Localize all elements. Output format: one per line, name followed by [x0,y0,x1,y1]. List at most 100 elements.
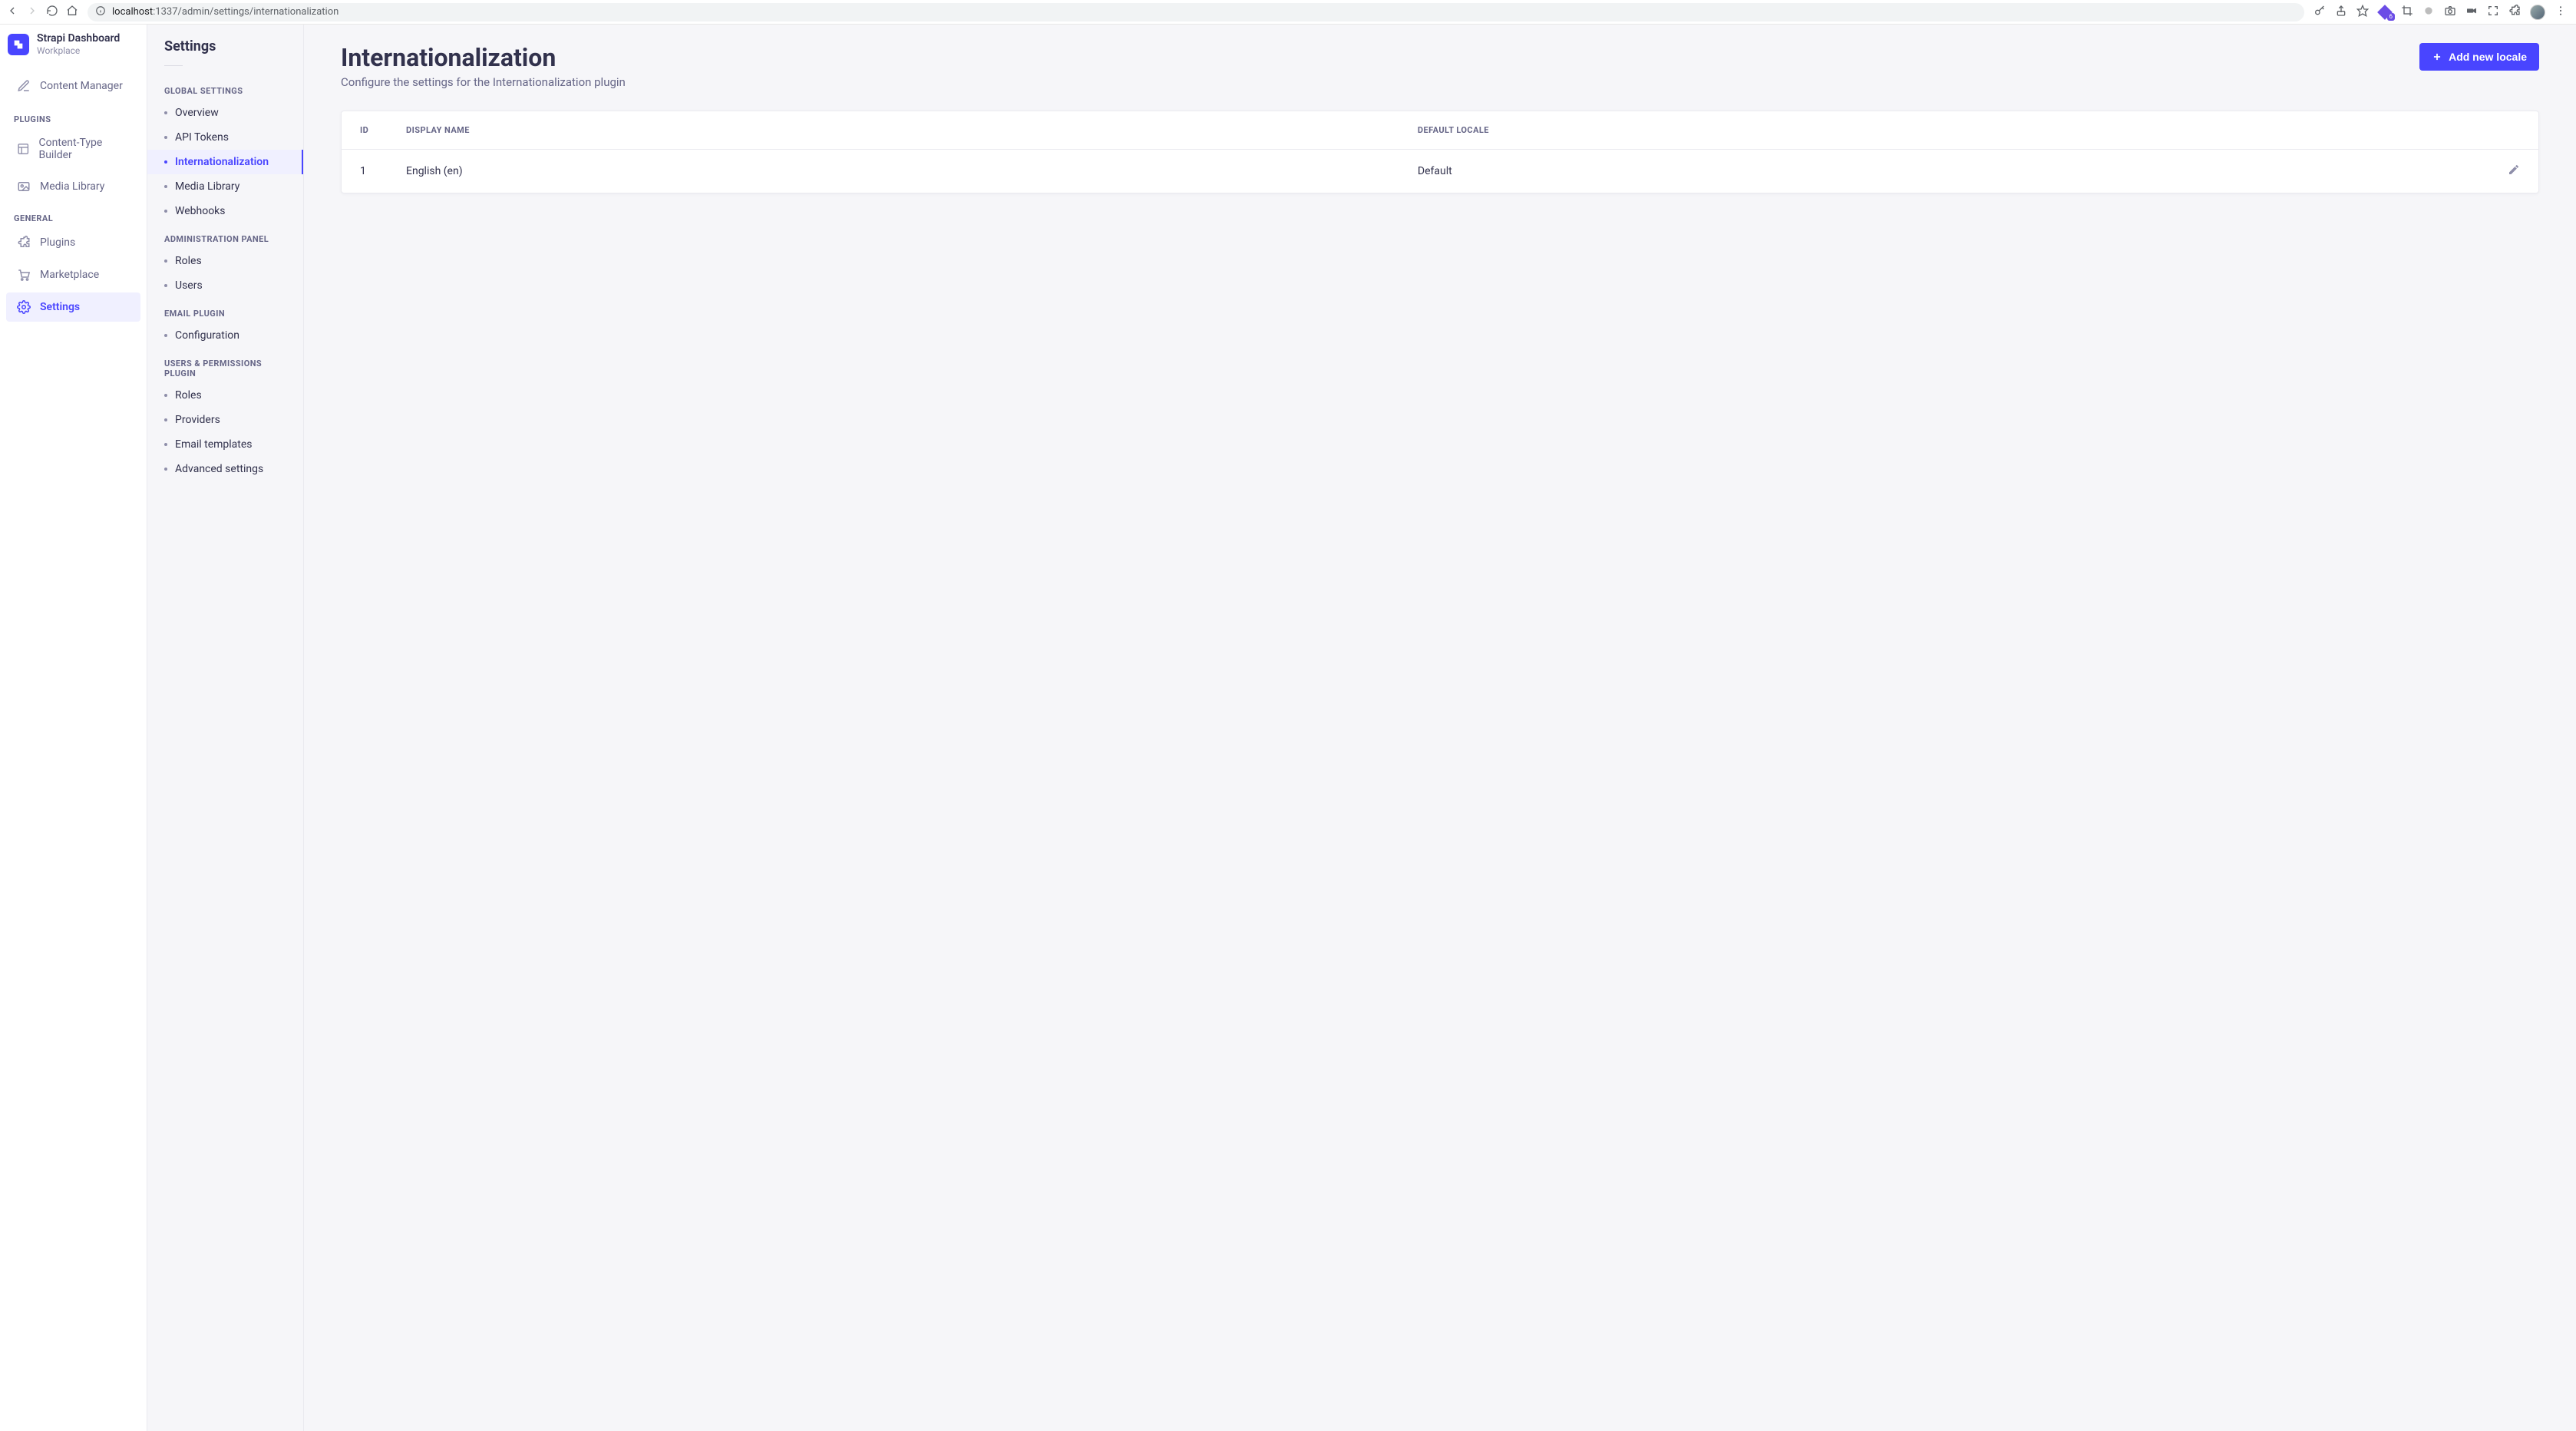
cell-id: 1 [342,150,388,193]
nav-item-label: Content Manager [40,80,123,92]
add-locale-label: Add new locale [2449,51,2527,63]
subnav-item-up-email-templates[interactable]: Email templates [147,432,303,457]
locales-table: ID DISPLAY NAME DEFAULT LOCALE 1 English… [342,111,2538,193]
forward-icon[interactable] [26,5,38,20]
table-row[interactable]: 1 English (en) Default [342,150,2538,193]
settings-subnav: Settings GLOBAL SETTINGS Overview API To… [147,25,304,1431]
bullet-icon [164,334,167,337]
page-title: Internationalization [341,43,626,72]
subnav-item-admin-users[interactable]: Users [147,273,303,298]
cell-display-name: English (en) [388,150,1399,193]
brand[interactable]: Strapi Dashboard Workplace [0,25,147,64]
bullet-icon [164,160,167,164]
nav-content-type-builder[interactable]: Content-Type Builder [6,129,140,169]
subnav-group-admin-panel: ADMINISTRATION PANEL [147,223,303,249]
gear-icon [17,300,31,314]
subnav-item-up-providers[interactable]: Providers [147,408,303,432]
bullet-icon [164,394,167,397]
subnav-item-label: Media Library [175,180,239,193]
nav-item-label: Plugins [40,236,75,249]
image-icon [17,180,31,193]
subnav-item-email-configuration[interactable]: Configuration [147,323,303,348]
table-header-default-locale: DEFAULT LOCALE [1399,111,2489,150]
page-subtitle: Configure the settings for the Internati… [341,75,626,89]
bullet-icon [164,136,167,139]
subnav-title: Settings [147,38,303,65]
address-bar[interactable]: localhost:1337/admin/settings/internatio… [88,3,2304,21]
nav-section-plugins: PLUGINS [0,104,147,127]
layout-icon [17,142,29,156]
bullet-icon [164,185,167,188]
home-icon[interactable] [66,5,78,20]
key-icon[interactable] [2313,5,2326,20]
nav-item-label: Marketplace [40,269,99,281]
nav-item-label: Content-Type Builder [38,137,130,161]
pencil-square-icon [17,79,31,93]
status-dot-icon[interactable] [2422,5,2435,20]
nav-marketplace[interactable]: Marketplace [6,260,140,289]
nav-settings[interactable]: Settings [6,292,140,322]
subnav-item-overview[interactable]: Overview [147,101,303,125]
cell-default-locale: Default [1399,150,2489,193]
subnav-item-label: Email templates [175,438,253,451]
nav-section-general: GENERAL [0,203,147,226]
table-header-display-name: DISPLAY NAME [388,111,1399,150]
subnav-item-webhooks[interactable]: Webhooks [147,199,303,223]
table-header-id: ID [342,111,388,150]
add-locale-button[interactable]: Add new locale [2419,43,2539,71]
subnav-item-label: Advanced settings [175,463,263,475]
subnav-group-global: GLOBAL SETTINGS [147,75,303,101]
subnav-item-label: Internationalization [175,156,269,168]
kebab-menu-icon[interactable] [2555,5,2567,20]
back-icon[interactable] [6,5,18,20]
extensions-puzzle-icon[interactable] [2508,5,2521,20]
pencil-icon [2508,164,2520,176]
puzzle-icon [17,236,31,250]
url-text: localhost:1337/admin/settings/internatio… [112,6,339,18]
extension-icon[interactable]: 6 [2378,5,2392,19]
subnav-item-admin-roles[interactable]: Roles [147,249,303,273]
subnav-item-label: Providers [175,414,220,426]
main-content: Internationalization Configure the setti… [304,25,2576,1431]
cart-icon [17,268,31,282]
plus-icon [2432,51,2442,62]
edit-locale-button[interactable] [2508,167,2520,179]
bullet-icon [164,443,167,446]
subnav-item-internationalization[interactable]: Internationalization [147,150,303,174]
video-icon[interactable] [2465,5,2478,20]
reload-icon[interactable] [46,5,58,20]
subnav-item-label: API Tokens [175,131,229,144]
fullscreen-icon[interactable] [2487,5,2499,20]
brand-logo-icon [8,34,29,55]
share-icon[interactable] [2335,5,2347,20]
subnav-item-label: Configuration [175,329,239,342]
subnav-item-label: Overview [175,107,219,119]
app-shell: Strapi Dashboard Workplace Content Manag… [0,25,2576,1431]
nav-plugins[interactable]: Plugins [6,228,140,257]
subnav-item-up-roles[interactable]: Roles [147,383,303,408]
bullet-icon [164,418,167,421]
bullet-icon [164,210,167,213]
subnav-group-email-plugin: EMAIL PLUGIN [147,298,303,323]
nav-media-library[interactable]: Media Library [6,172,140,201]
bookmark-star-icon[interactable] [2356,5,2369,20]
subnav-item-media-library[interactable]: Media Library [147,174,303,199]
brand-name: Strapi Dashboard [37,32,120,45]
nav-content-manager[interactable]: Content Manager [6,70,140,102]
divider [164,65,183,66]
subnav-item-api-tokens[interactable]: API Tokens [147,125,303,150]
browser-chrome: localhost:1337/admin/settings/internatio… [0,0,2576,25]
subnav-item-label: Webhooks [175,205,226,217]
subnav-item-label: Roles [175,255,202,267]
camera-icon[interactable] [2444,5,2456,20]
subnav-item-label: Roles [175,389,202,402]
subnav-item-label: Users [175,279,203,292]
table-header-actions [2489,111,2538,150]
site-info-icon[interactable] [95,5,106,19]
crop-icon[interactable] [2401,5,2413,20]
subnav-item-up-advanced-settings[interactable]: Advanced settings [147,457,303,481]
nav-item-label: Settings [40,301,80,313]
bullet-icon [164,111,167,114]
locales-card: ID DISPLAY NAME DEFAULT LOCALE 1 English… [341,111,2539,193]
profile-avatar[interactable] [2530,5,2545,20]
